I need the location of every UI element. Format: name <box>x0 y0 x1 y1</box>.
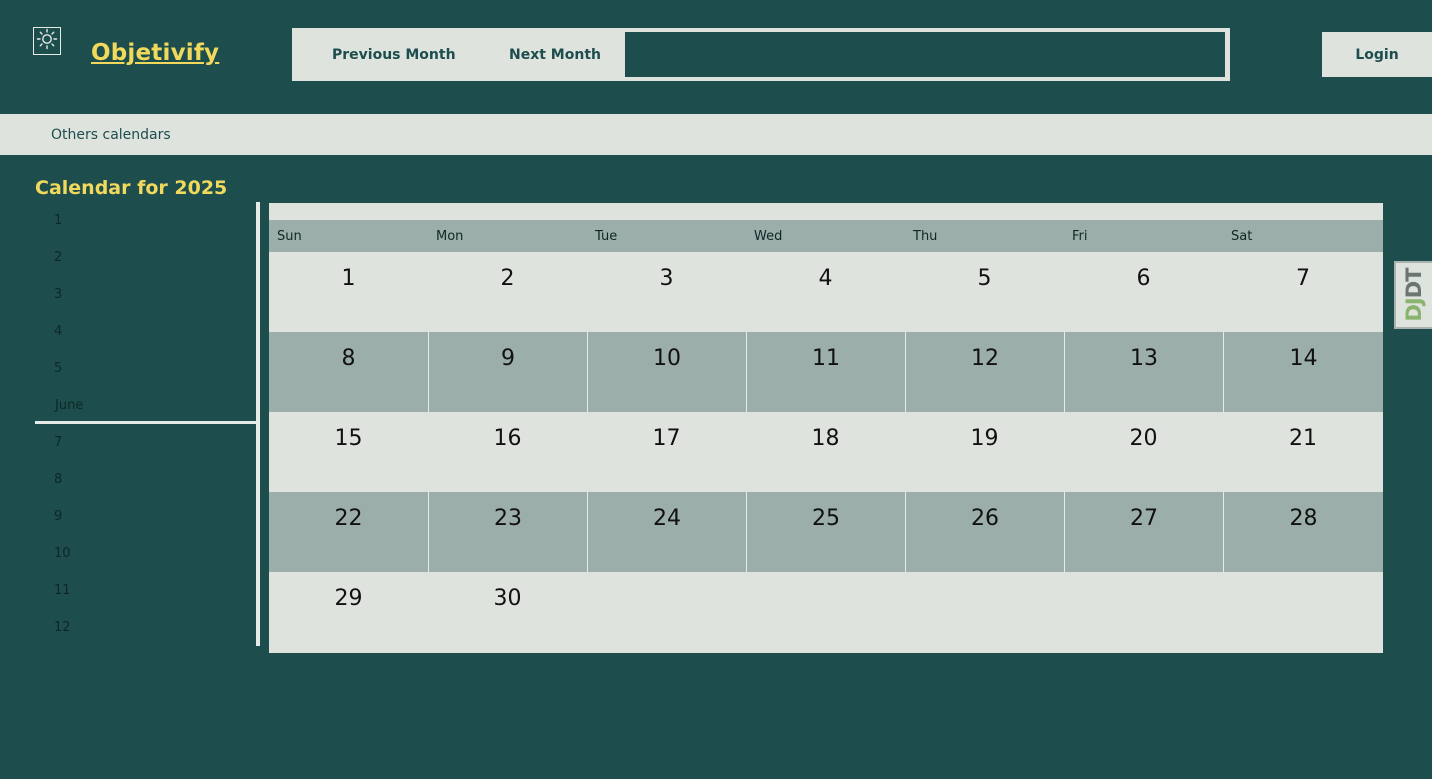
month-item[interactable]: 2 <box>35 239 256 276</box>
page-title: Calendar for 2025 <box>35 177 228 199</box>
weekday-label: Tue <box>595 229 618 244</box>
day-cell[interactable]: 22 <box>269 492 428 572</box>
previous-month-button[interactable]: Previous Month <box>332 28 456 81</box>
day-cell[interactable]: 10 <box>587 332 746 412</box>
day-cell[interactable]: 7 <box>1223 252 1383 332</box>
day-cell-empty <box>1223 572 1383 652</box>
month-item[interactable]: 8 <box>35 461 256 498</box>
day-cell[interactable]: 2 <box>428 252 587 332</box>
sidebar-divider <box>256 202 260 646</box>
search-input[interactable] <box>625 32 1225 77</box>
day-cell[interactable]: 30 <box>428 572 587 652</box>
month-item[interactable]: 5 <box>35 350 256 387</box>
day-cell[interactable]: 25 <box>746 492 905 572</box>
weekday-label: Fri <box>1072 229 1088 244</box>
day-cell-empty <box>1064 572 1223 652</box>
brand-link[interactable]: Objetivify <box>91 40 219 66</box>
month-item[interactable]: 3 <box>35 276 256 313</box>
login-button[interactable]: Login <box>1322 32 1432 77</box>
day-cell[interactable]: 1 <box>269 252 428 332</box>
day-cell[interactable]: 11 <box>746 332 905 412</box>
day-cell[interactable]: 24 <box>587 492 746 572</box>
day-cell[interactable]: 18 <box>746 412 905 492</box>
day-cell[interactable]: 5 <box>905 252 1064 332</box>
weekday-header: Sun Mon Tue Wed Thu Fri Sat <box>269 220 1383 252</box>
debug-toolbar-label: DJDT <box>1402 268 1426 321</box>
day-cell[interactable]: 20 <box>1064 412 1223 492</box>
weekday-label: Sat <box>1231 229 1253 244</box>
day-cell[interactable]: 28 <box>1223 492 1383 572</box>
weekday-label: Wed <box>754 229 783 244</box>
day-cell[interactable]: 21 <box>1223 412 1383 492</box>
debug-toolbar-handle[interactable]: DJDT <box>1394 261 1432 329</box>
day-cell[interactable]: 26 <box>905 492 1064 572</box>
week-row: 8 9 10 11 12 13 14 <box>269 332 1383 412</box>
day-cell[interactable]: 12 <box>905 332 1064 412</box>
week-row: 29 30 <box>269 572 1383 652</box>
day-cell[interactable]: 23 <box>428 492 587 572</box>
next-month-button[interactable]: Next Month <box>509 28 601 81</box>
day-cell[interactable]: 9 <box>428 332 587 412</box>
month-item-active[interactable]: June <box>35 387 256 424</box>
day-cell[interactable]: 17 <box>587 412 746 492</box>
day-cell-empty <box>905 572 1064 652</box>
secondary-nav: Others calendars <box>0 114 1432 155</box>
week-row: 1 2 3 4 5 6 7 <box>269 252 1383 332</box>
weekday-label: Mon <box>436 229 464 244</box>
month-item[interactable]: 1 <box>35 202 256 239</box>
week-row: 22 23 24 25 26 27 28 <box>269 492 1383 572</box>
calendar-grid: Sun Mon Tue Wed Thu Fri Sat 1 2 3 4 5 6 … <box>269 203 1383 653</box>
debug-toolbar-label-dj: DJ <box>1402 298 1426 322</box>
day-cell-empty <box>746 572 905 652</box>
day-cell[interactable]: 19 <box>905 412 1064 492</box>
month-item[interactable]: 11 <box>35 572 256 609</box>
debug-toolbar-label-dt: DT <box>1402 268 1426 299</box>
day-cell[interactable]: 3 <box>587 252 746 332</box>
day-cell[interactable]: 14 <box>1223 332 1383 412</box>
month-list: 1 2 3 4 5 June 7 8 9 10 11 12 <box>35 202 256 646</box>
theme-toggle-button[interactable] <box>33 27 61 55</box>
day-cell[interactable]: 27 <box>1064 492 1223 572</box>
day-cell[interactable]: 4 <box>746 252 905 332</box>
sun-icon <box>36 28 58 54</box>
day-cell[interactable]: 15 <box>269 412 428 492</box>
others-calendars-link[interactable]: Others calendars <box>51 114 171 156</box>
month-item[interactable]: 7 <box>35 424 256 461</box>
day-cell[interactable]: 13 <box>1064 332 1223 412</box>
day-cell[interactable]: 6 <box>1064 252 1223 332</box>
month-navigation: Previous Month Next Month <box>292 28 1230 81</box>
month-item[interactable]: 10 <box>35 535 256 572</box>
month-item[interactable]: 9 <box>35 498 256 535</box>
weekday-label: Sun <box>277 229 302 244</box>
day-cell[interactable]: 16 <box>428 412 587 492</box>
day-cell[interactable]: 8 <box>269 332 428 412</box>
day-cell-empty <box>587 572 746 652</box>
month-item[interactable]: 4 <box>35 313 256 350</box>
weekday-label: Thu <box>913 229 938 244</box>
month-item[interactable]: 12 <box>35 609 256 646</box>
day-cell[interactable]: 29 <box>269 572 428 652</box>
week-row: 15 16 17 18 19 20 21 <box>269 412 1383 492</box>
